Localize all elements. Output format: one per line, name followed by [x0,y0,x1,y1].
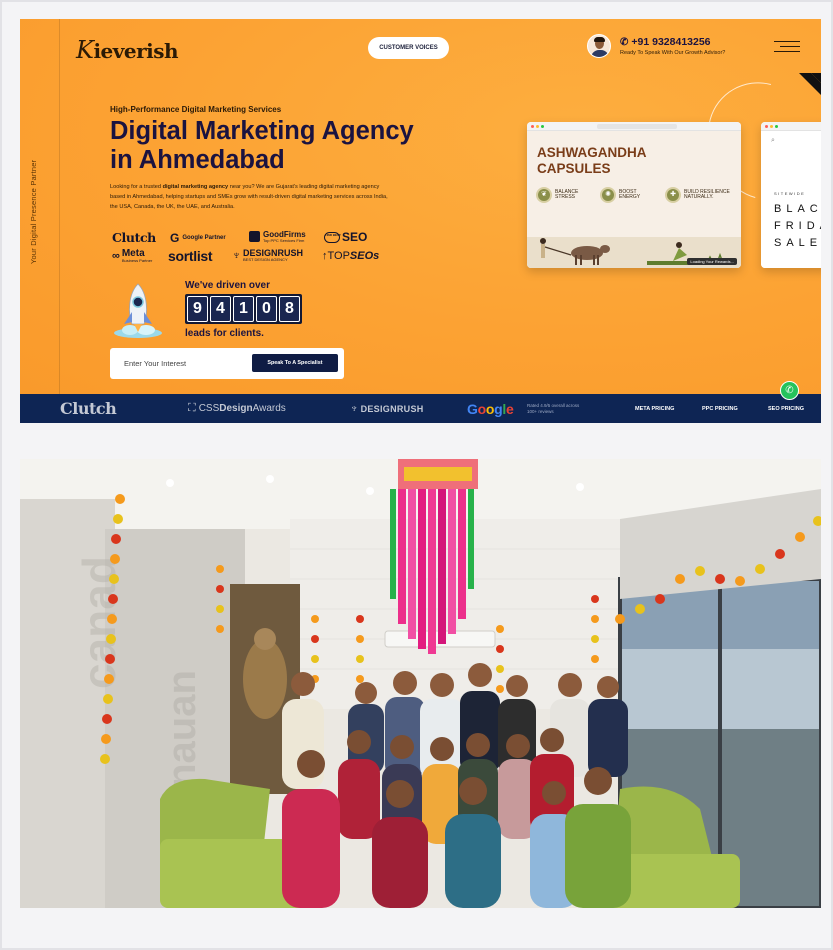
leads-heading: We've driven over [185,280,271,291]
counter-digit: 4 [210,296,231,322]
ppc-pricing-link[interactable]: PPC PRICING [702,394,738,423]
page-frame: Your Digital Presence Partner Kieverish … [0,0,833,950]
counter-digit: 1 [233,296,254,322]
headline-line-2: in Ahmedabad [110,146,285,174]
brand-logo[interactable]: Kieverish [76,36,179,64]
interest-input[interactable] [110,348,248,379]
leads-counter: 9 4 1 0 8 [185,294,302,324]
bf-headline: BLACK FRIDAY SALE [774,203,821,249]
headline-line-1: Digital Marketing Agency [110,117,414,145]
topseos-badge: ↑ TOP SEOs [322,250,380,262]
meta-pricing-link[interactable]: META PRICING [635,394,674,423]
ash-cta[interactable]: Loading Your Rewards... [687,258,737,265]
google-partner-badge: G Google Partner [170,231,226,245]
meta-infinity-icon: ∞ [112,249,120,262]
clutch-badge: Clutch [112,230,156,245]
hero-screenshot: Your Digital Presence Partner Kieverish … [20,19,821,423]
hero-intro: Looking for a trusted digital marketing … [110,182,390,212]
google-logo: Google [467,400,514,417]
side-tagline: Your Digital Presence Partner [29,159,38,264]
counter-digit: 9 [187,296,208,322]
meta-label: Meta Business Partner [121,248,153,263]
interest-form: Speak To A Specialist [110,348,344,379]
leads-caption: leads for clients. [185,328,264,339]
ashwagandha-preview: ASHWAGANDHA CAPSULES ❦ BALANCE STRESS ✺ BO… [527,131,741,268]
counter-digit: 0 [256,296,277,322]
phone-link[interactable]: ✆ +91 9328413256 [620,36,711,48]
designrush-icon: ♆ [232,248,241,262]
leaf-icon: ❦ [536,187,552,203]
phone-number: +91 9328413256 [631,36,711,48]
hero-eyebrow: High-Performance Digital Marketing Servi… [110,105,282,114]
hero-headline: Digital Marketing Agency in Ahmedabad [110,117,470,175]
goodfirms-icon [249,231,260,242]
search-icon: ⌕ [771,137,775,144]
browser-toolbar [761,122,821,131]
portfolio-card-black-friday[interactable]: ⌕ SITEWIDE BLACK FRIDAY SALE [761,122,821,268]
trust-bar: Clutch ⛶ CSS Design Awards ♆ DESIGNRUSH Goo… [20,394,821,423]
sortlist-badge: sortlist [168,248,213,264]
portfolio-card-ashwagandha[interactable]: ASHWAGANDHA CAPSULES ❦ BALANCE STRESS ✺ BO… [527,122,741,268]
intro-text-start: Looking for a trusted [110,184,161,190]
advisor-avatar [587,34,611,58]
customer-voices-button[interactable]: CUSTOMER VOICES [368,37,449,59]
partner-badges: Clutch G Google Partner GoodFirms Top PPC … [110,230,385,266]
speak-to-specialist-button[interactable]: Speak To A Specialist [252,354,338,372]
black-friday-preview: ⌕ SITEWIDE BLACK FRIDAY SALE [761,131,821,268]
goodfirms-badge: GoodFirms Top PPC Services Firm [249,230,306,243]
browser-toolbar [527,122,741,131]
designrush-logo: ♆ DESIGNRUSH [350,402,424,415]
rocket-illustration [114,283,162,338]
phone-subtitle: Ready To Speak With Our Growth Advisor? [620,50,726,56]
ashwagandha-title: ASHWAGANDHA CAPSULES [537,145,646,176]
feature-boost-energy: ✺ BOOST ENERGY [600,187,645,203]
site-of-the-day-ribbon[interactable]: Dr Site of the Day [791,73,821,123]
side-rail [20,19,60,394]
google-g-icon: G [170,231,180,245]
clutch-logo: Clutch [60,399,117,418]
team-photo: canad inauan [20,459,821,908]
phone-icon: ✆ [620,37,629,48]
findbestseo-badge: FIND BEST SEO [324,230,368,244]
energy-icon: ✺ [600,187,616,203]
designrush-icon: ♆ [350,402,359,415]
google-partner-label: Google Partner [182,235,226,241]
google-rating-note: Rated 4.9/5 overall across 100+ reviews [527,402,580,414]
hamburger-menu-icon[interactable] [774,41,800,53]
cssda-icon: ⛶ [188,402,196,414]
designrush-badge: ♆ DESIGNRUSH BEST DESIGN AGENCY [232,248,303,262]
intro-text-bold: digital marketing agency [162,184,229,190]
bf-sitewide: SITEWIDE [774,191,806,196]
whatsapp-icon[interactable]: ✆ [780,381,799,400]
feature-balance-stress: ❦ BALANCE STRESS [536,187,581,203]
feature-build-resilience: ✚ BUILD RESILIENCE NATURALLY. [665,187,734,203]
cssdesignawards-logo: ⛶ CSS Design Awards [188,402,286,414]
designrush-label: DESIGNRUSH BEST DESIGN AGENCY [243,248,304,262]
meta-badge: ∞ Meta Business Partner [112,248,152,263]
goodfirms-label: GoodFirms Top PPC Services Firm [263,230,306,243]
counter-digit: 8 [279,296,300,322]
team-celebration-image: canad inauan [20,459,821,908]
shield-icon: ✚ [665,187,681,203]
